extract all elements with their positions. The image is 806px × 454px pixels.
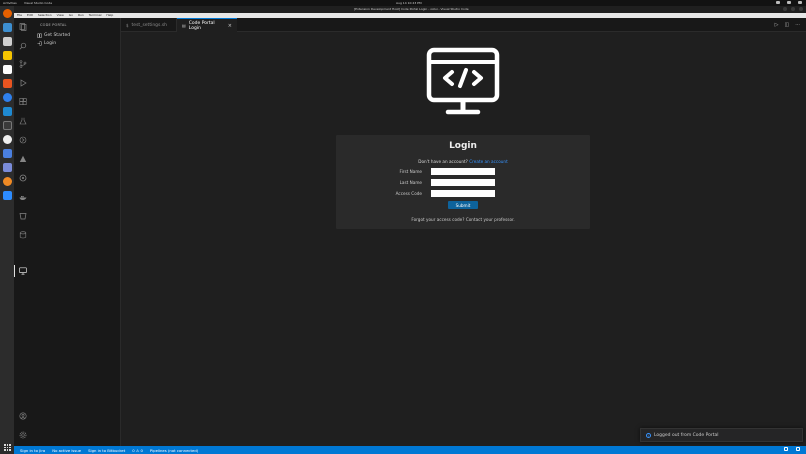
access-code-field[interactable] (431, 190, 495, 197)
signup-prompt: Don't have an account? Create an account (336, 159, 590, 164)
first-name-field[interactable] (431, 168, 495, 175)
access-code-row: Access Code (336, 190, 590, 197)
submit-button[interactable]: Submit (448, 201, 478, 209)
explorer-icon[interactable] (19, 23, 27, 31)
last-name-field[interactable] (431, 179, 495, 186)
status-active-issue[interactable]: No active issue (52, 448, 81, 453)
status-problems[interactable]: 0 ⚠ 0 (132, 448, 143, 453)
source-control-icon[interactable] (19, 60, 27, 68)
help-icon[interactable] (3, 93, 12, 102)
window-titlebar: [Extension Development Host] Code Portal… (14, 6, 806, 13)
testing-icon[interactable] (19, 117, 27, 125)
vscode-icon[interactable] (3, 107, 12, 116)
window-controls (783, 7, 803, 11)
terminal-icon[interactable] (3, 121, 12, 130)
window-title: [Extension Development Host] Code Portal… (354, 7, 469, 11)
maximize-button[interactable] (791, 7, 795, 11)
run-icon[interactable]: ▷ (775, 22, 779, 28)
signup-text: Don't have an account? (418, 159, 468, 164)
tab-label: Code Portal Login (188, 20, 215, 31)
gitlens-icon[interactable] (19, 174, 27, 182)
sidebar-item-login[interactable]: Login (37, 40, 56, 47)
status-right (784, 447, 800, 451)
code-monitor-icon (426, 47, 500, 115)
run-debug-icon[interactable] (19, 79, 27, 87)
close-button[interactable] (799, 7, 803, 11)
notification-message: Logged out from Code Portal (654, 432, 719, 438)
first-name-label: First Name (399, 169, 423, 174)
status-jira-signin[interactable]: Sign in to Jira (20, 448, 45, 453)
bell-icon[interactable] (796, 447, 800, 451)
system-tray[interactable] (776, 1, 802, 4)
jira-icon[interactable] (19, 155, 27, 163)
dock (0, 6, 14, 454)
remote-explorer-icon[interactable] (19, 136, 27, 144)
software-center-icon[interactable] (3, 79, 12, 88)
forgot-access-code-text: Forgot your access code? Contact your pr… (411, 217, 515, 222)
bitbucket-icon[interactable] (19, 212, 27, 220)
access-code-label: Access Code (395, 191, 422, 196)
split-editor-icon[interactable]: ◫ (784, 22, 789, 28)
search-icon[interactable] (19, 42, 27, 50)
editor-webview: Login Don't have an account? Create an a… (121, 32, 806, 446)
activities-button[interactable]: Activities (3, 1, 17, 5)
thunderbird-icon[interactable] (3, 23, 12, 32)
login-card: Login Don't have an account? Create an a… (336, 135, 590, 229)
extensions-icon[interactable] (19, 98, 27, 106)
sidebar-title: CODE PORTAL (40, 23, 67, 27)
tab-label: test_settings.sh (131, 22, 168, 28)
login-icon (37, 41, 42, 46)
preview-icon: ▤ (182, 23, 186, 28)
app-icon[interactable] (3, 163, 12, 172)
database-icon[interactable] (19, 231, 27, 239)
status-pipelines[interactable]: Pipelines (not connected) (150, 448, 198, 453)
clock[interactable]: Aug 14 10:43 PM (396, 1, 422, 5)
docker-icon[interactable] (19, 193, 27, 201)
show-apps-icon[interactable] (4, 444, 11, 451)
files-icon[interactable] (3, 37, 12, 46)
more-actions-icon[interactable]: ··· (795, 22, 800, 28)
feedback-icon[interactable] (784, 447, 788, 451)
libreoffice-writer-icon[interactable] (3, 65, 12, 74)
editor-tabs: $ test_settings.sh ▤ Code Portal Login ×… (121, 18, 806, 32)
code-portal-icon[interactable] (19, 267, 27, 275)
app-icon[interactable] (3, 177, 12, 186)
tab-test-settings[interactable]: $ test_settings.sh (121, 18, 177, 32)
active-view-indicator (14, 265, 15, 277)
create-account-link[interactable]: Create an account (469, 159, 507, 164)
editor-actions: ▷ ◫ ··· (775, 22, 800, 28)
chrome-icon[interactable] (3, 135, 12, 144)
sidebar-item-get-started[interactable]: Get Started (37, 32, 70, 39)
zoom-icon[interactable] (3, 191, 12, 200)
power-icon (798, 1, 802, 4)
minimize-button[interactable] (783, 7, 787, 11)
network-icon (776, 1, 780, 4)
manage-gear-icon[interactable] (19, 431, 27, 439)
app-menu[interactable]: Visual Studio Code (24, 1, 52, 5)
activity-bar (14, 18, 32, 446)
shell-file-icon: $ (126, 22, 129, 28)
firefox-icon[interactable] (3, 9, 12, 18)
accounts-icon[interactable] (19, 412, 27, 420)
sidebar-item-label: Get Started (44, 33, 71, 38)
status-bitbucket-signin[interactable]: Sign in to Bitbucket (88, 448, 125, 453)
sidebar-item-label: Login (44, 41, 57, 46)
book-icon (37, 33, 42, 38)
text-editor-icon[interactable] (3, 149, 12, 158)
login-heading: Login (449, 141, 477, 151)
first-name-row: First Name (336, 168, 590, 175)
sidebar: CODE PORTAL Get Started Login (32, 18, 121, 446)
last-name-row: Last Name (336, 179, 590, 186)
rhythmbox-icon[interactable] (3, 51, 12, 60)
status-bar: Sign in to Jira No active issue Sign in … (14, 446, 806, 454)
info-icon: i (646, 432, 651, 438)
screen: Activities Visual Studio Code Aug 14 10:… (0, 0, 806, 454)
last-name-label: Last Name (399, 180, 422, 185)
tab-code-portal-login[interactable]: ▤ Code Portal Login × (177, 18, 237, 32)
notification-toast[interactable]: i Logged out from Code Portal (640, 428, 803, 442)
close-tab-icon[interactable]: × (228, 23, 232, 29)
volume-icon (787, 1, 791, 4)
